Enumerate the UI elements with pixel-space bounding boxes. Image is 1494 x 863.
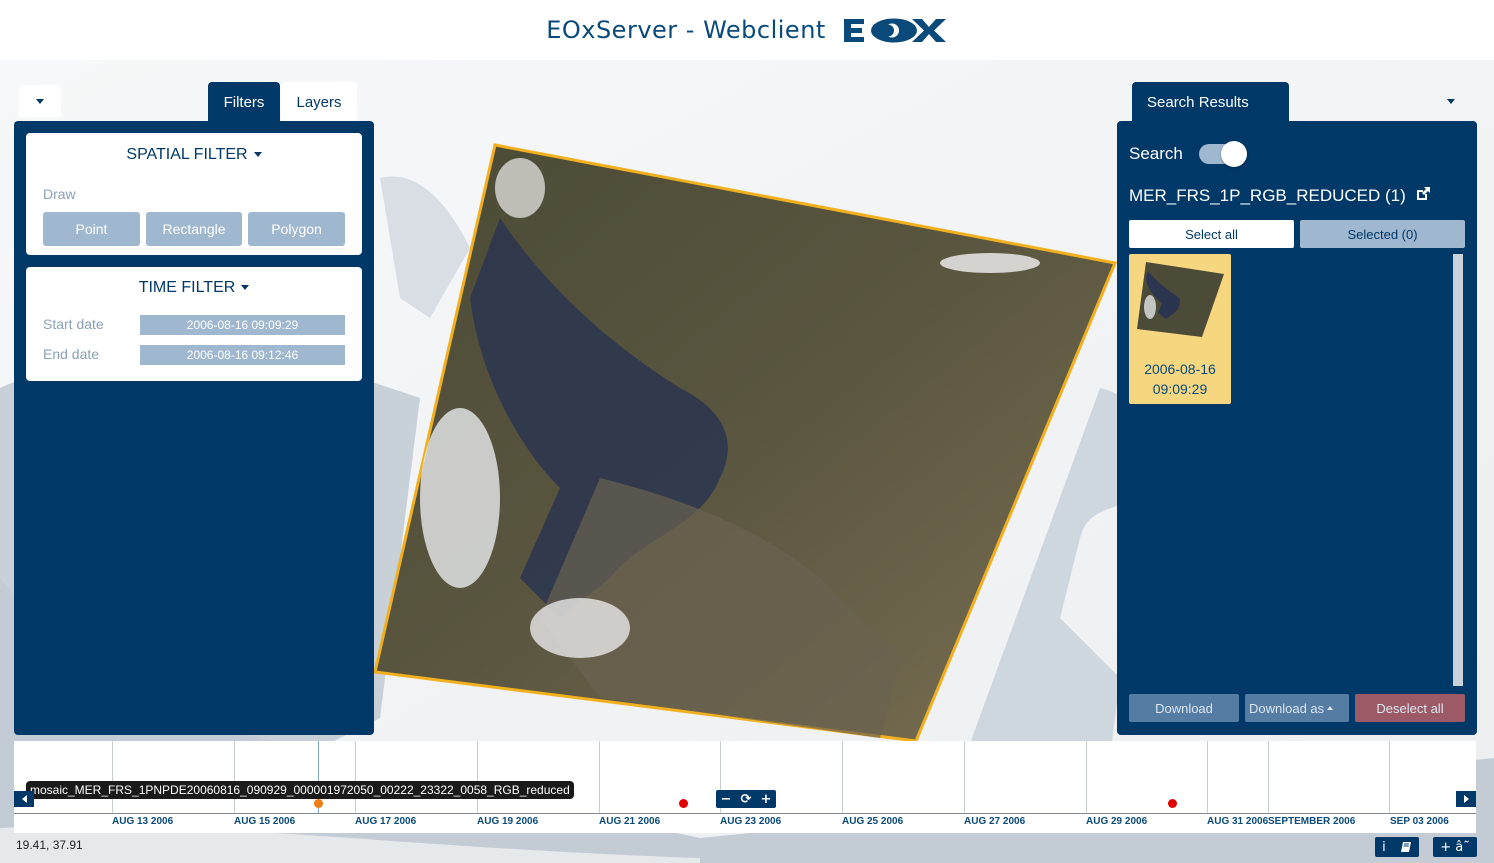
chevron-left-icon xyxy=(21,795,27,803)
left-panel-toggle-button[interactable] xyxy=(19,85,61,117)
timeline-tick xyxy=(234,741,235,813)
select-all-button[interactable]: Select all xyxy=(1129,220,1294,248)
timeline-marker[interactable] xyxy=(679,799,688,808)
timeline-label: AUG 17 2006 xyxy=(355,816,417,827)
timeline-tick xyxy=(1389,741,1390,813)
book-icon[interactable] xyxy=(1400,841,1412,853)
download-button[interactable]: Download xyxy=(1129,694,1239,722)
cloud-northeast xyxy=(940,253,1040,273)
chevron-up-icon xyxy=(1327,706,1334,710)
result-date: 2006-08-16 xyxy=(1144,361,1216,377)
chevron-down-icon xyxy=(241,285,250,291)
time-filter-header[interactable]: TIME FILTER xyxy=(26,279,362,297)
timeline-label: AUG 21 2006 xyxy=(599,816,661,827)
chevron-down-icon xyxy=(1447,98,1455,104)
timeline[interactable]: AUG 13 2006 AUG 15 2006 AUG 17 2006 AUG … xyxy=(14,741,1476,833)
zoom-reset-button[interactable]: ⟳ xyxy=(736,792,756,807)
info-button-group: i xyxy=(1375,837,1419,857)
app-root: EOxServer - Webclient Filters Layers SPA… xyxy=(0,0,1494,863)
result-time: 09:09:29 xyxy=(1152,381,1208,397)
timeline-axis xyxy=(14,813,1476,814)
time-filter-title: TIME FILTER xyxy=(138,279,236,296)
tab-layers[interactable]: Layers xyxy=(281,82,357,122)
chevron-right-icon xyxy=(1463,795,1469,803)
result-item[interactable]: 2006-08-16 09:09:29 xyxy=(1129,254,1231,404)
draw-rectangle-button[interactable]: Rectangle xyxy=(146,212,242,246)
app-title: EOxServer - Webclient xyxy=(546,16,826,44)
app-header: EOxServer - Webclient xyxy=(0,0,1494,60)
start-date-label: Start date xyxy=(43,316,104,332)
search-label: Search xyxy=(1129,144,1183,163)
timeline-label: AUG 27 2006 xyxy=(964,816,1026,827)
misc-button[interactable]: + â˜ xyxy=(1433,837,1477,857)
right-panel-toggle-button[interactable] xyxy=(1430,85,1472,117)
time-filter-card: TIME FILTER Start date 2006-08-16 09:09:… xyxy=(26,267,362,381)
cloud-west xyxy=(420,408,500,588)
eox-logo xyxy=(842,15,948,45)
chevron-down-icon xyxy=(36,98,44,104)
timeline-tick xyxy=(477,741,478,813)
eox-logo-icon xyxy=(843,18,946,43)
timeline-label: AUG 29 2006 xyxy=(1086,816,1148,827)
cloud-south xyxy=(530,598,630,658)
timeline-tick xyxy=(112,741,113,813)
timeline-label: AUG 13 2006 xyxy=(112,816,174,827)
info-button[interactable]: i xyxy=(1382,840,1386,855)
timeline-tooltip: mosaic_MER_FRS_1PNPDE20060816_090929_000… xyxy=(26,781,574,799)
collection-name: MER_FRS_1P_RGB_REDUCED (1) xyxy=(1129,186,1406,205)
timeline-marker-selected[interactable] xyxy=(314,799,323,808)
timeline-tick xyxy=(964,741,965,813)
spatial-filter-header[interactable]: SPATIAL FILTER xyxy=(26,146,362,164)
timeline-tick xyxy=(1207,741,1208,813)
search-results-panel: Search MER_FRS_1P_RGB_REDUCED (1) Select… xyxy=(1117,121,1477,735)
draw-point-button[interactable]: Point xyxy=(43,212,140,246)
search-toggle[interactable] xyxy=(1199,141,1247,167)
timeline-tick xyxy=(1268,741,1269,813)
cloud-north xyxy=(495,158,545,218)
start-date-field[interactable]: 2006-08-16 09:09:29 xyxy=(140,315,345,335)
timeline-next-button[interactable] xyxy=(1456,791,1476,807)
result-thumbnail xyxy=(1137,262,1224,337)
end-date-label: End date xyxy=(43,346,100,362)
timeline-label: AUG 15 2006 xyxy=(234,816,296,827)
spatial-filter-title: SPATIAL FILTER xyxy=(126,146,248,163)
timeline-label: AUG 23 2006 xyxy=(720,816,782,827)
cursor-coordinates: 19.41, 37.91 xyxy=(16,838,83,852)
deselect-all-button[interactable]: Deselect all xyxy=(1355,694,1465,722)
end-date-field[interactable]: 2006-08-16 09:12:46 xyxy=(140,345,345,365)
timeline-label: AUG 31 2006 xyxy=(1207,816,1269,827)
spatial-filter-card: SPATIAL FILTER Draw Point Rectangle Poly… xyxy=(26,133,362,255)
download-as-button[interactable]: Download as xyxy=(1245,694,1349,722)
toggle-knob xyxy=(1221,141,1247,167)
timeline-label: SEP 03 2006 xyxy=(1390,816,1449,827)
timeline-label: AUG 19 2006 xyxy=(477,816,539,827)
zoom-in-button[interactable]: + xyxy=(756,792,776,807)
timeline-tick xyxy=(1086,741,1087,813)
filters-panel: SPATIAL FILTER Draw Point Rectangle Poly… xyxy=(14,121,374,735)
selected-button[interactable]: Selected (0) xyxy=(1300,220,1465,248)
chevron-down-icon xyxy=(253,152,262,158)
tab-search-results[interactable]: Search Results xyxy=(1132,82,1289,122)
tab-filters[interactable]: Filters xyxy=(208,82,280,122)
draw-label: Draw xyxy=(43,186,76,202)
timeline-prev-button[interactable] xyxy=(14,791,34,807)
draw-polygon-button[interactable]: Polygon xyxy=(248,212,345,246)
timeline-tick xyxy=(599,741,600,813)
timeline-marker[interactable] xyxy=(1168,799,1177,808)
zoom-out-button[interactable]: − xyxy=(716,792,736,807)
timeline-zoom-controls: − ⟳ + xyxy=(716,790,776,808)
timeline-tick xyxy=(842,741,843,813)
external-link-icon[interactable] xyxy=(1415,186,1431,202)
collection-title: MER_FRS_1P_RGB_REDUCED (1) xyxy=(1129,186,1431,206)
results-scrollbar[interactable] xyxy=(1453,254,1463,686)
timeline-label: AUG 25 2006 xyxy=(842,816,904,827)
timeline-tick xyxy=(355,741,356,813)
download-as-label: Download as xyxy=(1249,700,1325,716)
timeline-label: SEPTEMBER 2006 xyxy=(1268,816,1356,827)
